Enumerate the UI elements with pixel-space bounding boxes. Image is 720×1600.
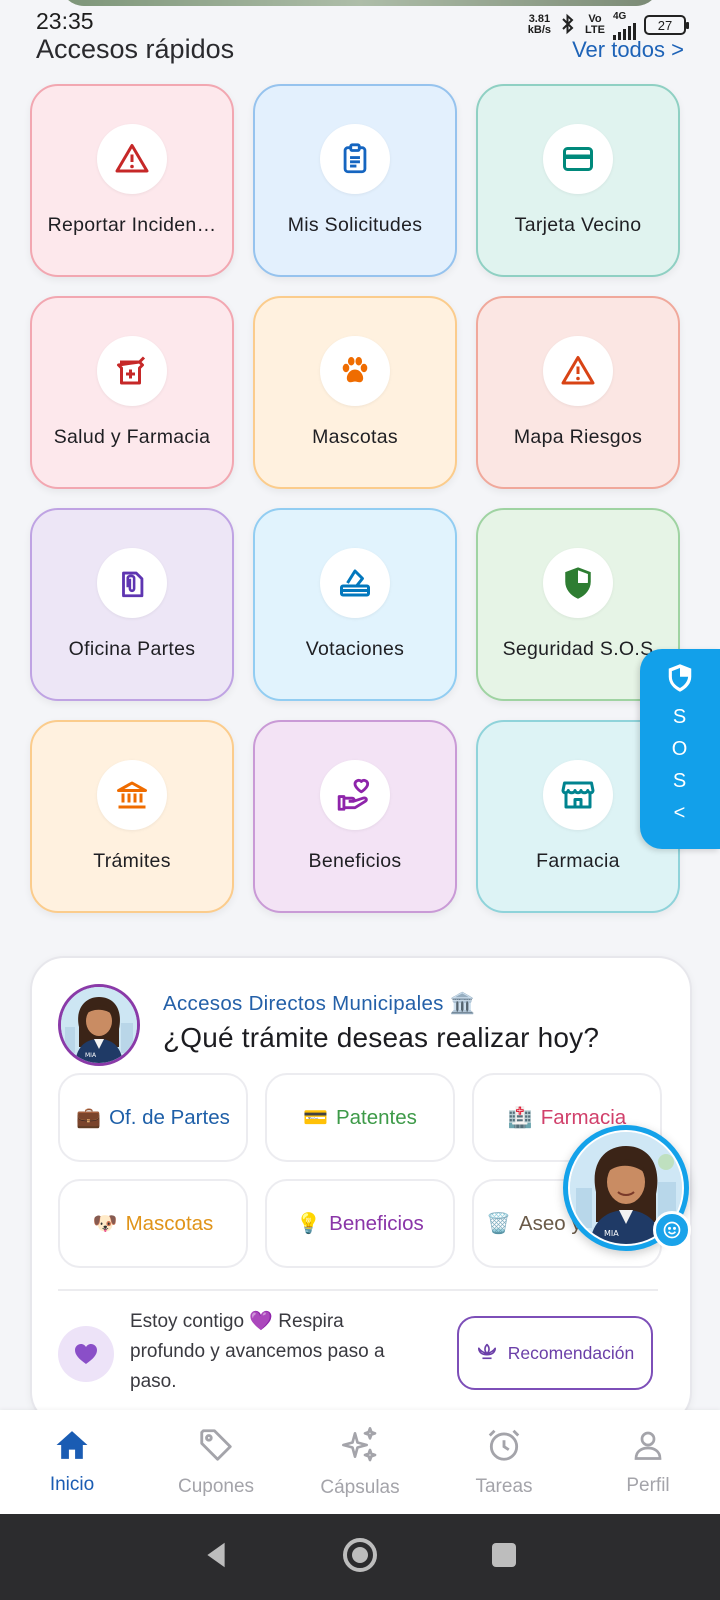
heart-icon [58, 1326, 114, 1382]
warning-icon [543, 336, 613, 406]
network-speed: 3.81 kB/s [527, 13, 552, 36]
tile-label: Mapa Riesgos [513, 426, 643, 448]
see-all-link[interactable]: Ver todos > [572, 37, 684, 63]
tile-tramites[interactable]: Trámites [30, 720, 234, 913]
recents-icon[interactable] [489, 1540, 519, 1575]
paperclip-icon [97, 548, 167, 618]
nav-cupones[interactable]: Cupones [144, 1426, 288, 1498]
hand-heart-icon [320, 760, 390, 830]
medical-icon [97, 336, 167, 406]
bottom-navigation: Inicio Cupones Cápsulas Tareas Perfil [0, 1410, 720, 1514]
credit-card-icon: 💳 [303, 1107, 328, 1129]
store-icon [543, 760, 613, 830]
volte-indicator: Vo LTE [585, 13, 605, 36]
nav-label: Tareas [475, 1476, 533, 1497]
tile-beneficios[interactable]: Beneficios [253, 720, 457, 913]
svg-text:MIA: MIA [85, 1052, 97, 1059]
clipboard-icon [320, 124, 390, 194]
back-icon[interactable] [201, 1539, 231, 1576]
hospital-icon: 🏥 [507, 1107, 533, 1129]
tile-label: Trámites [93, 850, 171, 872]
card-icon [543, 124, 613, 194]
card-title: ¿Qué trámite deseas realizar hoy? [163, 1022, 600, 1053]
dog-icon: 🐶 [92, 1213, 118, 1235]
status-time: 23:35 [36, 7, 94, 34]
sparkles-icon [340, 1425, 380, 1471]
chip-label: Beneficios [329, 1211, 424, 1235]
chip-of-partes[interactable]: 💼 Of. de Partes [58, 1073, 248, 1162]
recommendation-button[interactable]: Recomendación [457, 1316, 653, 1390]
shield-icon [665, 661, 695, 700]
nav-perfil[interactable]: Perfil [576, 1427, 720, 1497]
nav-label: Perfil [626, 1475, 670, 1496]
chip-label: Of. de Partes [109, 1105, 230, 1129]
divider [58, 1289, 658, 1291]
nav-inicio[interactable]: Inicio [0, 1428, 144, 1496]
chip-label: Patentes [335, 1105, 417, 1129]
nav-tareas[interactable]: Tareas [432, 1426, 576, 1498]
smiley-icon [653, 1211, 691, 1249]
quick-access-header: Accesos rápidos Ver todos > [36, 34, 684, 65]
tile-label: Mis Solicitudes [287, 214, 423, 236]
briefcase-icon: 💼 [76, 1107, 102, 1129]
nav-label: Inicio [49, 1474, 95, 1495]
tile-oficina-partes[interactable]: Oficina Partes [30, 508, 234, 701]
tile-label: Seguridad S.O.S [502, 638, 654, 660]
system-navigation-bar [0, 1514, 720, 1600]
sos-letter: S [672, 770, 688, 792]
tile-label: Beneficios [308, 850, 402, 872]
person-icon [630, 1427, 666, 1469]
chip-patentes[interactable]: 💳 Patentes [265, 1073, 455, 1162]
tile-tarjeta-vecino[interactable]: Tarjeta Vecino [476, 84, 680, 277]
chip-mascotas[interactable]: 🐶 Mascotas [58, 1179, 248, 1268]
lotus-icon [476, 1341, 498, 1366]
tile-reportar-incidente[interactable]: Reportar Inciden… [30, 84, 234, 277]
ballot-icon [320, 548, 390, 618]
tag-icon [197, 1426, 235, 1470]
tile-label: Tarjeta Vecino [514, 214, 642, 236]
home-button-icon[interactable] [341, 1536, 379, 1579]
card-subtitle: Accesos Directos Municipales 🏛️ [163, 992, 476, 1015]
tile-label: Mascotas [312, 426, 398, 448]
avatar-badge-text: MIA [604, 1229, 619, 1238]
support-message: Estoy contigo 💜 Respira profundo y avanc… [130, 1311, 385, 1392]
tile-salud-farmacia[interactable]: Salud y Farmacia [30, 296, 234, 489]
battery-icon: 27 [644, 15, 689, 35]
tile-mascotas[interactable]: Mascotas [253, 296, 457, 489]
section-title: Accesos rápidos [36, 34, 235, 64]
tile-label: Farmacia [536, 850, 620, 872]
warning-icon [97, 124, 167, 194]
nav-capsulas[interactable]: Cápsulas [288, 1425, 432, 1499]
nav-label: Cápsulas [320, 1477, 400, 1498]
chip-beneficios[interactable]: 💡 Beneficios [265, 1179, 455, 1268]
assistant-avatar-button[interactable]: MIA [563, 1125, 691, 1251]
sos-letter: S [672, 706, 688, 728]
bank-icon [97, 760, 167, 830]
tile-mapa-riesgos[interactable]: Mapa Riesgos [476, 296, 680, 489]
tile-label: Reportar Inciden… [47, 214, 217, 236]
tile-label: Votaciones [305, 638, 405, 660]
nav-label: Cupones [177, 1476, 255, 1497]
sos-letter: O [671, 738, 689, 760]
home-icon [53, 1428, 91, 1468]
chip-label: Mascotas [125, 1211, 214, 1235]
quick-access-grid: Reportar Inciden… Mis Solicitudes Tarjet… [30, 84, 692, 913]
paw-icon [320, 336, 390, 406]
tile-label: Oficina Partes [68, 638, 196, 660]
tile-votaciones[interactable]: Votaciones [253, 508, 457, 701]
lightbulb-icon: 💡 [296, 1213, 322, 1235]
trash-icon: 🗑️ [486, 1213, 511, 1235]
tile-mis-solicitudes[interactable]: Mis Solicitudes [253, 84, 457, 277]
chevron-left-icon: < [673, 802, 687, 824]
sos-button[interactable]: S O S < [640, 649, 720, 849]
alarm-icon [485, 1426, 523, 1470]
shield-icon [543, 548, 613, 618]
recommendation-label: Recomendación [507, 1342, 635, 1363]
tile-label: Salud y Farmacia [53, 426, 211, 448]
avatar[interactable]: MIA [58, 984, 140, 1066]
